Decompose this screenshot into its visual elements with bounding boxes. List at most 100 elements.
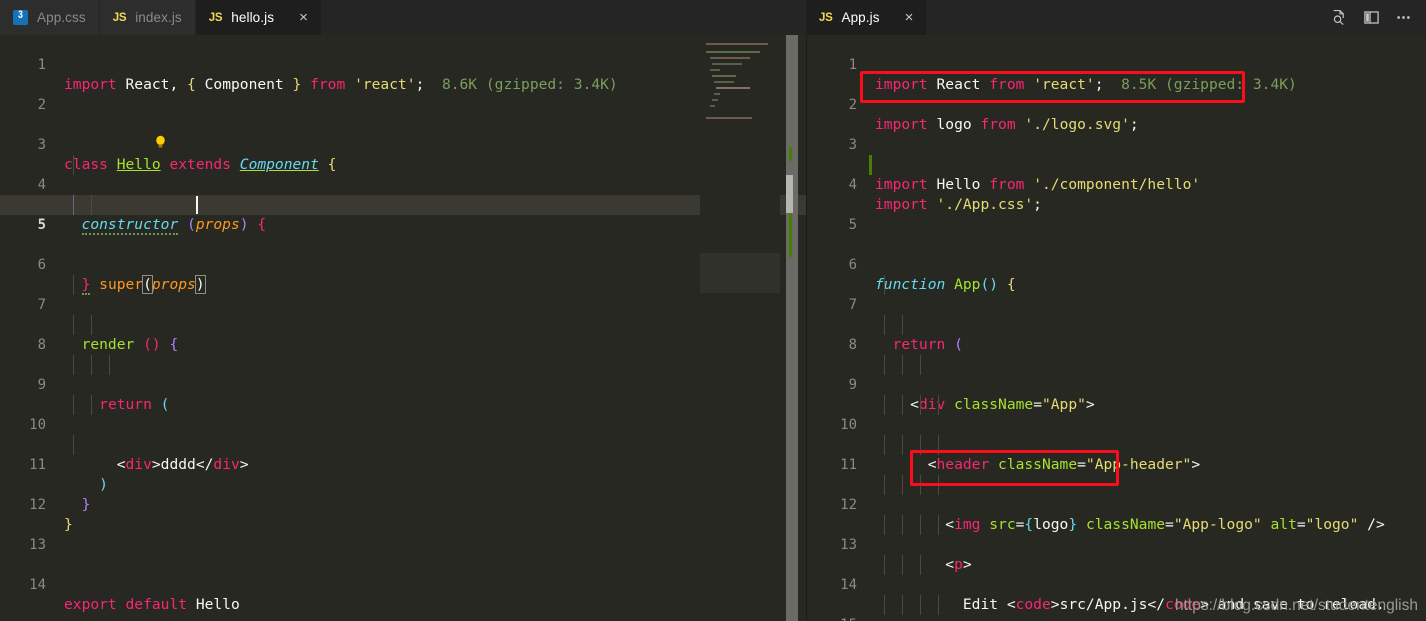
indent-guide: [920, 395, 921, 415]
code-area-left[interactable]: 1 import React, { Component } from 'reac…: [0, 35, 806, 621]
line-number: 3: [848, 137, 857, 153]
js-file-icon: JS: [208, 11, 223, 24]
indent-guide: [902, 355, 903, 375]
code-line-active[interactable]: 5 super(props): [0, 195, 806, 294]
indent-guide: [938, 435, 939, 455]
indent-guide: [884, 355, 885, 375]
tab-app-js[interactable]: JS App.js ×: [806, 0, 928, 35]
indent-guide: [920, 475, 921, 495]
split-editor-icon[interactable]: [1358, 5, 1384, 31]
indent-guide: [884, 395, 885, 415]
code-line[interactable]: 7 return (: [807, 275, 1426, 353]
tab-index-js[interactable]: JS index.js: [99, 0, 196, 35]
tab-label: App.css: [37, 10, 86, 25]
indent-guide: [73, 155, 74, 175]
code-line[interactable]: 9 <div>dddd</div>: [0, 355, 806, 473]
indent-guide: [884, 515, 885, 535]
watermark: https://blog.csdn.net/studentenglish: [1175, 597, 1418, 614]
code-line[interactable]: 7 render () {: [0, 275, 806, 353]
indent-guide: [884, 475, 885, 495]
line-number: 8: [37, 337, 46, 353]
line-number: 7: [848, 297, 857, 313]
editor-actions: [1316, 0, 1426, 35]
minimap-line: [712, 75, 736, 77]
code-line[interactable]: 13: [0, 515, 806, 553]
editor-pane-hello-js[interactable]: 1 import React, { Component } from 'reac…: [0, 35, 806, 621]
scrollbar-change-marker: [789, 147, 792, 161]
minimap-line: [710, 57, 750, 59]
code-line[interactable]: 11 <p>: [807, 435, 1426, 573]
css3-file-icon: [13, 10, 28, 25]
line-content: <header className="App-header">: [927, 456, 1201, 473]
minimap-viewport-slider[interactable]: [700, 253, 780, 293]
code-line[interactable]: 9 <header className="App-header">: [807, 355, 1426, 473]
indent-guide: [938, 595, 939, 615]
code-line[interactable]: 12 Edit <code>src/App.js</code> and save…: [807, 475, 1426, 613]
line-number: 15: [807, 615, 857, 621]
code-line[interactable]: 4 import './App.css';: [807, 155, 1426, 213]
line-content: <div>dddd</div>: [116, 456, 249, 473]
code-line[interactable]: 1 import React, { Component } from 'reac…: [0, 35, 806, 93]
code-line[interactable]: 2: [0, 75, 806, 113]
line-number: 6: [37, 257, 46, 273]
line-number: 6: [848, 257, 857, 273]
open-changes-icon[interactable]: [1326, 5, 1352, 31]
code-line[interactable]: 5: [807, 195, 1426, 233]
line-number: 14: [840, 577, 857, 593]
scrollbar-left[interactable]: [786, 35, 798, 621]
line-number: 2: [848, 97, 857, 113]
indent-guide: [920, 515, 921, 535]
indent-guide: [938, 395, 939, 415]
line-content: import Hello from './component/hello': [875, 176, 1201, 193]
code-line[interactable]: 14 <a: [807, 555, 1426, 593]
minimap-left[interactable]: [700, 35, 780, 621]
editor-pane-app-js[interactable]: 1 import React from 'react'; 8.5K (gzipp…: [806, 35, 1426, 621]
indent-guide: [91, 355, 92, 375]
line-number: 3: [37, 137, 46, 153]
code-line[interactable]: 4 constructor (props) {: [0, 155, 806, 235]
minimap-line: [706, 43, 768, 45]
indent-guide: [73, 355, 74, 375]
indent-guide: [920, 355, 921, 375]
line-number: 12: [840, 497, 857, 513]
tab-hello-js[interactable]: JS hello.js ×: [195, 0, 322, 35]
indent-guide: [884, 435, 885, 455]
code-line[interactable]: 3 import Hello from './component/hello': [807, 115, 1426, 193]
code-line[interactable]: 8 return (: [0, 315, 806, 413]
minimap-line: [712, 99, 718, 101]
code-line[interactable]: 12 }: [0, 475, 806, 533]
indent-guide: [920, 555, 921, 575]
code-line[interactable]: 10 <img src={logo} className="App-logo" …: [807, 395, 1426, 533]
code-line[interactable]: 2 import logo from './logo.svg';: [807, 75, 1426, 133]
indent-guide: [902, 555, 903, 575]
minimap-line: [710, 69, 720, 71]
code-line[interactable]: 13 </p>: [807, 515, 1426, 553]
code-line[interactable]: 3 class Hello extends Component {: [0, 115, 806, 173]
indent-guide: [884, 315, 885, 335]
code-line[interactable]: 6 function App() {: [807, 235, 1426, 293]
code-line[interactable]: 14 export default Hello: [0, 555, 806, 613]
line-number: 4: [37, 177, 46, 193]
more-actions-icon[interactable]: [1390, 5, 1416, 31]
code-line[interactable]: 8 <div className="App">: [807, 315, 1426, 413]
close-icon[interactable]: ×: [299, 10, 308, 25]
scrollbar-thumb[interactable]: [786, 35, 798, 621]
code-area-right[interactable]: 1 import React from 'react'; 8.5K (gzipp…: [807, 35, 1426, 621]
tab-app-css[interactable]: App.css: [0, 0, 100, 35]
code-line[interactable]: 1 import React from 'react'; 8.5K (gzipp…: [807, 35, 1426, 93]
vscode-window: App.css JS index.js JS hello.js ×: [0, 0, 1426, 621]
line-number: 11: [840, 457, 857, 473]
code-line[interactable]: 10 ): [0, 395, 806, 493]
indent-guide: [902, 435, 903, 455]
line-number: 9: [848, 377, 857, 393]
indent-guide: [938, 515, 939, 535]
line-content: export default Hello: [64, 596, 240, 613]
line-number: 13: [29, 537, 46, 553]
close-icon[interactable]: ×: [905, 10, 914, 25]
code-line[interactable]: 11 }: [0, 435, 806, 513]
code-line[interactable]: 6 }: [0, 235, 806, 295]
indent-guide: [884, 555, 885, 575]
line-number: 7: [37, 297, 46, 313]
editor-tabbar: App.css JS index.js JS hello.js ×: [0, 0, 1426, 35]
line-number: 14: [29, 577, 46, 593]
